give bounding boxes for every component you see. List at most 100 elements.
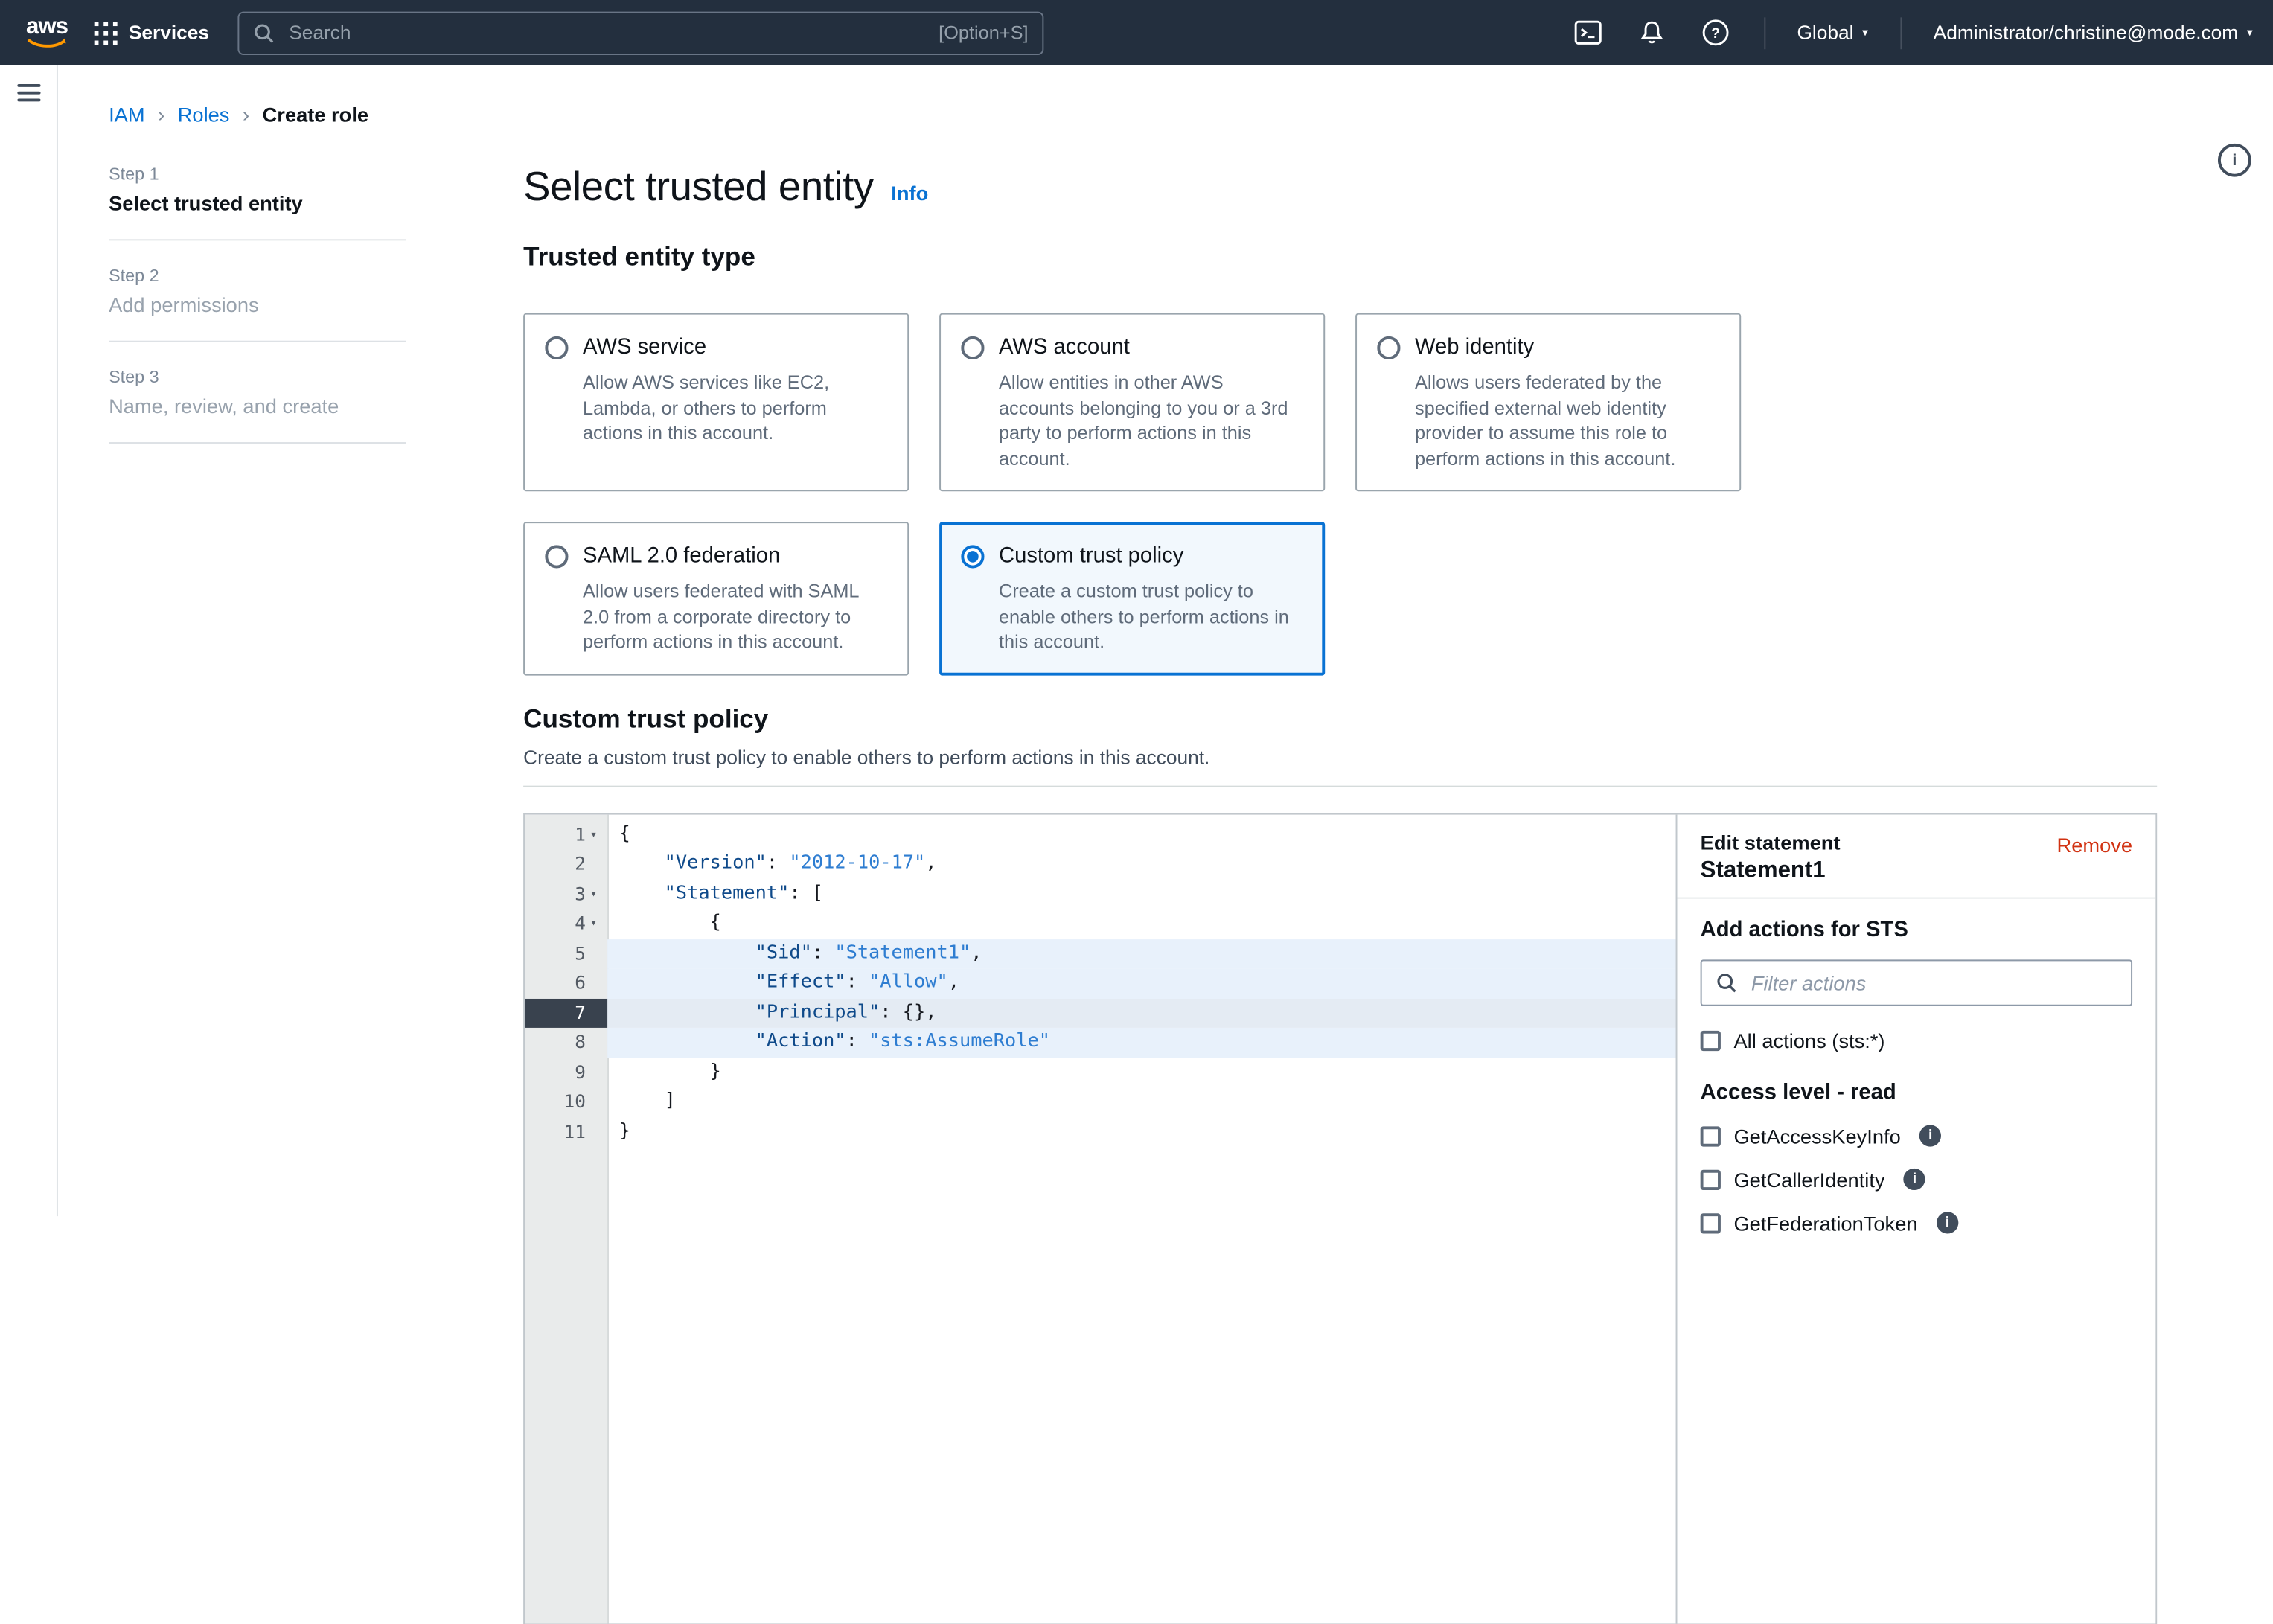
- fold-toggle-icon[interactable]: ▾: [586, 819, 601, 849]
- info-icon: i: [2232, 152, 2237, 169]
- code-line[interactable]: 1▾{: [525, 819, 1675, 849]
- card-description: Allow entities in other AWS accounts bel…: [999, 370, 1303, 471]
- line-number-gutter: 8: [525, 1028, 607, 1058]
- radio-web-identity[interactable]: [1377, 336, 1400, 359]
- fold-toggle-icon[interactable]: ▾: [586, 909, 601, 939]
- step-number: Step 3: [109, 367, 406, 387]
- aws-console-page: aws Services [Option+S]: [0, 0, 2273, 1216]
- getaccesskeyinfo-checkbox[interactable]: [1701, 1125, 1721, 1145]
- nav-divider: [1764, 16, 1765, 48]
- line-number-gutter: 11: [525, 1117, 607, 1147]
- notifications-button[interactable]: [1636, 16, 1668, 48]
- region-label: Global: [1797, 22, 1853, 43]
- getcalleridentity-checkbox[interactable]: [1701, 1169, 1721, 1189]
- step-item-2: Step 2 Add permissions: [109, 265, 406, 316]
- code-line[interactable]: 6 "Effect": "Allow",: [525, 968, 1675, 998]
- line-number: 4: [557, 909, 586, 939]
- info-icon[interactable]: i: [1937, 1212, 1958, 1233]
- code-text: "Statement": [: [607, 879, 1675, 909]
- line-number: 1: [557, 819, 586, 849]
- action-row-getcalleridentity: GetCallerIdentity i: [1701, 1168, 2132, 1191]
- action-label: GetAccessKeyInfo: [1733, 1124, 1900, 1147]
- code-line[interactable]: 2 "Version": "2012-10-17",: [525, 849, 1675, 879]
- page-content: IAM › Roles › Create role i Step 1 Selec…: [58, 65, 2273, 1624]
- getfederationtoken-checkbox[interactable]: [1701, 1212, 1721, 1233]
- line-number-gutter: 2: [525, 849, 607, 879]
- radio-saml-federation[interactable]: [545, 545, 568, 568]
- services-grid-icon: [94, 21, 117, 44]
- line-number: 11: [557, 1117, 586, 1147]
- card-title: Web identity: [1415, 333, 1719, 362]
- step-number: Step 2: [109, 265, 406, 285]
- add-actions-heading: Add actions for STS: [1701, 917, 2132, 942]
- card-aws-service[interactable]: AWS service Allow AWS services like EC2,…: [523, 313, 909, 492]
- code-line[interactable]: 8 "Action": "sts:AssumeRole": [525, 1028, 1675, 1058]
- cloudshell-terminal-icon: [1575, 20, 1602, 45]
- line-number: 9: [557, 1058, 586, 1087]
- search-shortcut-hint: [Option+S]: [939, 22, 1028, 43]
- code-line[interactable]: 4▾ {: [525, 909, 1675, 939]
- radio-aws-account[interactable]: [961, 336, 984, 359]
- breadcrumb-link-iam[interactable]: IAM: [109, 103, 144, 126]
- cloudshell-button[interactable]: [1573, 16, 1605, 48]
- code-line[interactable]: 11}: [525, 1117, 1675, 1147]
- collapsed-side-navigation: [0, 65, 58, 1216]
- fold-toggle-icon[interactable]: ▾: [586, 879, 601, 909]
- code-line[interactable]: 9 }: [525, 1058, 1675, 1087]
- account-menu[interactable]: Administrator/christine@mode.com ▾: [1934, 22, 2253, 43]
- line-number: 2: [557, 849, 586, 879]
- svg-text:?: ?: [1711, 25, 1720, 42]
- help-button[interactable]: ?: [1700, 16, 1732, 48]
- section-divider: [523, 785, 2157, 787]
- global-search[interactable]: [Option+S]: [238, 11, 1044, 54]
- step-title-select-trusted-entity[interactable]: Select trusted entity: [109, 191, 406, 214]
- code-line[interactable]: 5 "Sid": "Statement1",: [525, 939, 1675, 968]
- code-text: "Effect": "Allow",: [607, 968, 1675, 998]
- code-text: "Sid": "Statement1",: [607, 939, 1675, 968]
- info-icon[interactable]: i: [1919, 1125, 1941, 1146]
- statement-name: Statement1: [1701, 857, 2132, 883]
- step-item-1: Step 1 Select trusted entity: [109, 164, 406, 214]
- code-line[interactable]: 3▾ "Statement": [: [525, 879, 1675, 909]
- card-saml-federation[interactable]: SAML 2.0 federation Allow users federate…: [523, 522, 909, 674]
- services-menu[interactable]: Services: [94, 21, 209, 44]
- code-line[interactable]: 7 "Principal": {},: [525, 998, 1675, 1028]
- trusted-entity-type-heading: Trusted entity type: [523, 242, 2157, 272]
- aws-logo[interactable]: aws: [26, 16, 68, 49]
- search-icon: [254, 22, 274, 42]
- edit-statement-panel: Edit statement Statement1 Remove Add act…: [1676, 814, 2156, 1623]
- card-title: Custom trust policy: [999, 542, 1303, 571]
- line-number: 3: [557, 879, 586, 909]
- card-title: SAML 2.0 federation: [583, 542, 887, 571]
- json-policy-editor[interactable]: 1▾{2 "Version": "2012-10-17",3▾ "Stateme…: [525, 814, 1675, 1623]
- filter-actions-input[interactable]: [1748, 969, 2117, 995]
- line-number: 8: [557, 1028, 586, 1058]
- card-web-identity[interactable]: Web identity Allows users federated by t…: [1355, 313, 1741, 492]
- card-custom-trust-policy[interactable]: Custom trust policy Create a custom trus…: [939, 522, 1325, 674]
- radio-aws-service[interactable]: [545, 336, 568, 359]
- menu-toggle-button[interactable]: [16, 84, 39, 101]
- breadcrumb-current: Create role: [263, 103, 368, 126]
- region-selector[interactable]: Global ▾: [1797, 22, 1868, 43]
- card-aws-account[interactable]: AWS account Allow entities in other AWS …: [939, 313, 1325, 492]
- remove-statement-link[interactable]: Remove: [2057, 833, 2133, 856]
- info-icon[interactable]: i: [1904, 1169, 1925, 1190]
- action-row-getfederationtoken: GetFederationToken i: [1701, 1211, 2132, 1234]
- info-panel-toggle[interactable]: i: [2218, 144, 2251, 177]
- breadcrumb-link-roles[interactable]: Roles: [178, 103, 230, 126]
- line-number: 6: [557, 968, 586, 998]
- info-link[interactable]: Info: [891, 181, 928, 204]
- wizard-steps: Step 1 Select trusted entity Step 2 Add …: [109, 164, 406, 1624]
- line-number-gutter: 1▾: [525, 819, 607, 849]
- code-line[interactable]: 10 ]: [525, 1087, 1675, 1117]
- breadcrumb-separator-icon: ›: [243, 103, 249, 126]
- filter-actions-box[interactable]: [1701, 959, 2132, 1005]
- services-label: Services: [129, 22, 209, 43]
- search-input[interactable]: [286, 20, 927, 45]
- edit-statement-body: Add actions for STS All actions (: [1677, 898, 2155, 1253]
- all-actions-checkbox[interactable]: [1701, 1030, 1721, 1050]
- top-nav-right-group: ? Global ▾ Administrator/christine@mode.…: [1573, 16, 2253, 48]
- radio-custom-trust-policy[interactable]: [961, 545, 984, 568]
- step-title-add-permissions: Add permissions: [109, 292, 406, 316]
- bell-icon: [1640, 19, 1664, 45]
